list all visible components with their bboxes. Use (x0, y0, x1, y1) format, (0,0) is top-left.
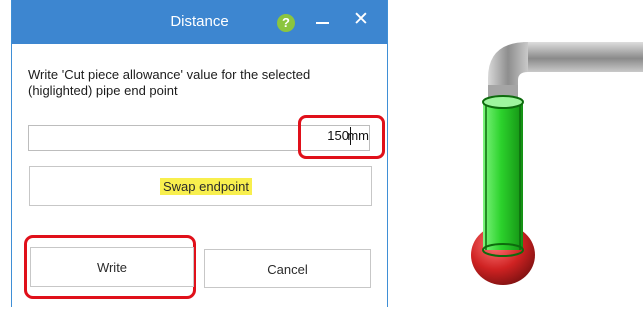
pipe-model-illustration (471, 42, 643, 285)
write-button[interactable]: Write (30, 247, 194, 287)
distance-value[interactable]: 150 (327, 128, 349, 143)
pipe-segment (523, 42, 643, 72)
distance-value-highlight: 150 mm (298, 115, 385, 159)
write-button-label: Write (96, 260, 128, 275)
selected-pipe (483, 102, 523, 250)
minimize-icon[interactable] (314, 10, 332, 30)
cancel-button-label: Cancel (267, 262, 308, 277)
close-icon[interactable]: ✕ (353, 10, 369, 30)
swap-endpoint-label: Swap endpoint (160, 178, 253, 195)
distance-dialog: Distance ? ✕ Write 'Cut piece allowance'… (11, 0, 388, 307)
distance-unit: mm (347, 128, 369, 143)
3d-viewport[interactable] (388, 0, 643, 307)
cancel-button[interactable]: Cancel (204, 249, 371, 288)
help-icon[interactable]: ? (277, 14, 295, 32)
swap-endpoint-button[interactable]: Swap endpoint (29, 166, 372, 206)
instruction-text: Write 'Cut piece allowance' value for th… (28, 67, 311, 98)
pipe-end-top (482, 95, 524, 109)
title-bar: Distance ? ✕ (12, 0, 387, 44)
